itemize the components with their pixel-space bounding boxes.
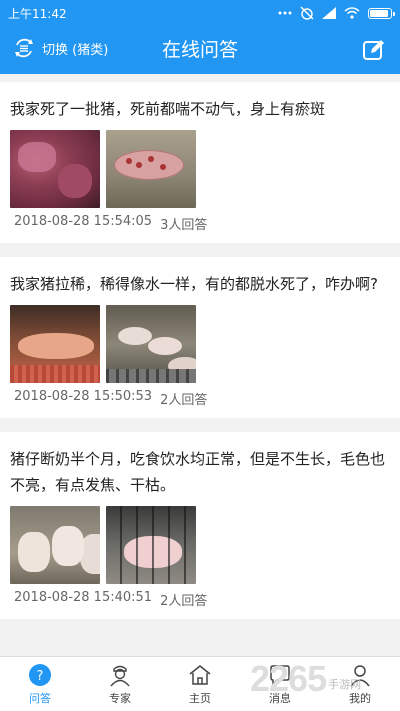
compose-question-icon[interactable] [362,38,386,62]
battery-icon [368,7,395,19]
watermark-sub: 手游网 [328,678,362,691]
qa-icon: ? [29,664,51,686]
question-image[interactable] [10,305,100,383]
signal-icon [322,7,336,19]
question-title: 我家死了一批猪，死前都喘不动气，身上有瘀斑 [10,100,326,118]
tab-label: 问答 [29,692,51,705]
question-meta: 2018-08-28 15:50:53 2人回答 [10,383,390,418]
question-timestamp: 2018-08-28 15:54:05 [14,214,153,229]
question-card[interactable]: 我家死了一批猪，死前都喘不动气，身上有瘀斑 2018-08-28 15:54:0… [0,82,400,243]
status-icons [278,6,395,20]
wifi-icon [344,7,360,19]
question-meta: 2018-08-28 15:40:51 2人回答 [10,584,390,619]
question-image[interactable] [106,506,196,584]
home-icon [189,665,211,685]
question-timestamp: 2018-08-28 15:50:53 [14,389,153,404]
question-images [10,130,390,208]
tab-expert[interactable]: 专家 [80,657,160,711]
alarm-off-icon [300,6,314,20]
svg-text:?: ? [37,669,44,684]
expert-icon [110,665,130,687]
status-bar: 上午11:42 [0,0,400,26]
question-title: 我家猪拉稀，稀得像水一样，有的都脱水死了，咋办啊? [10,275,378,293]
question-image[interactable] [106,130,196,208]
switch-category-label: 切换 (猪类) [42,42,109,58]
watermark-logo: 2265 手游网 [250,658,361,700]
question-card[interactable]: 我家猪拉稀，稀得像水一样，有的都脱水死了，咋办啊? 2018-08-28 15:… [0,257,400,418]
answer-count: 2人回答 [160,594,208,609]
answer-count: 2人回答 [160,393,208,408]
tab-qa[interactable]: ? 问答 [0,657,80,711]
question-images [10,506,390,584]
tab-home[interactable]: 主页 [160,657,240,711]
question-images [10,305,390,383]
question-image[interactable] [10,506,100,584]
answer-count: 3人回答 [160,218,208,233]
question-image[interactable] [10,130,100,208]
question-card[interactable]: 猪仔断奶半个月，吃食饮水均正常，但是不生长，毛色也不亮，有点发焦、干枯。 201… [0,432,400,619]
question-image[interactable] [106,305,196,383]
question-title: 猪仔断奶半个月，吃食饮水均正常，但是不生长，毛色也不亮，有点发焦、干枯。 [10,450,386,494]
switch-category-button[interactable]: 切换 (猪类) [12,36,108,60]
app-bar: 切换 (猪类) 在线问答 [0,26,400,74]
watermark-brand: 2265 [250,658,327,699]
tab-label: 专家 [109,692,131,705]
question-timestamp: 2018-08-28 15:40:51 [14,590,153,605]
switch-icon [15,38,33,58]
question-list: 我家死了一批猪，死前都喘不动气，身上有瘀斑 2018-08-28 15:54:0… [0,74,400,656]
tab-label: 主页 [189,692,211,705]
status-time: 上午11:42 [8,6,67,21]
question-meta: 2018-08-28 15:54:05 3人回答 [10,208,390,243]
more-dots-icon [278,11,292,15]
